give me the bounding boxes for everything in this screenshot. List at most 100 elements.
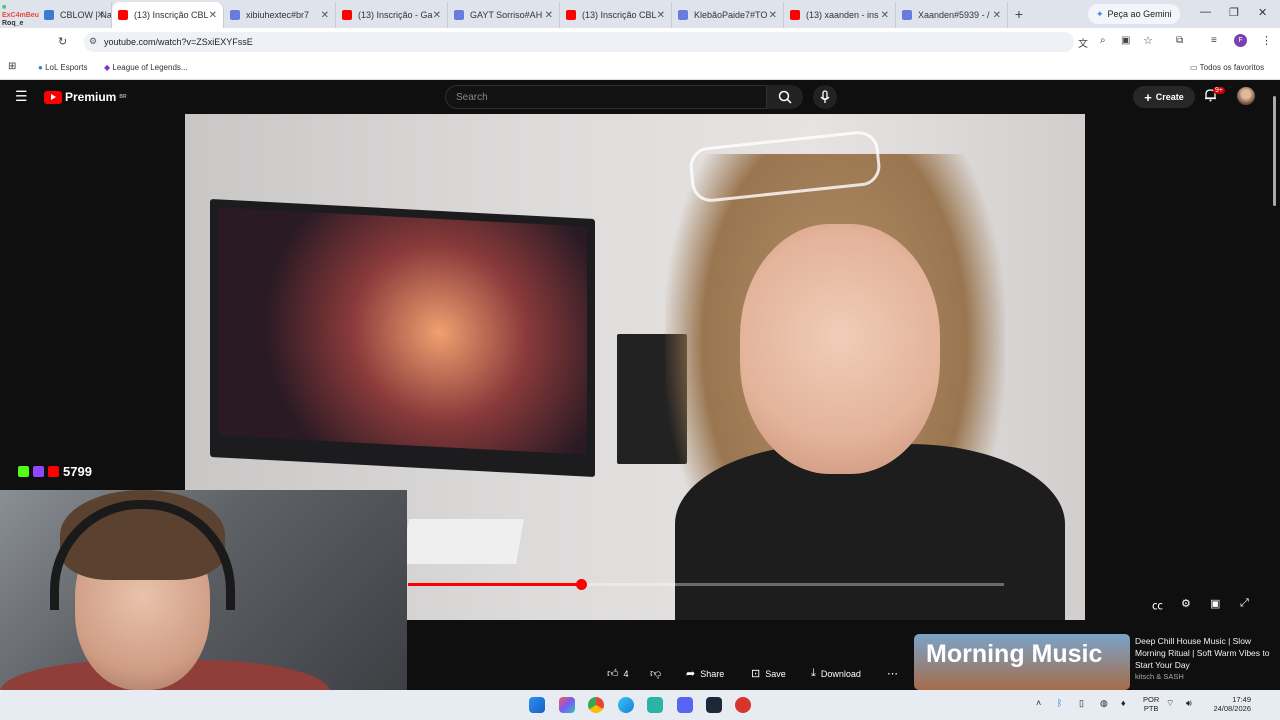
install-icon[interactable]: ▣ — [1121, 35, 1130, 46]
bookmark-lol-esports[interactable]: ● LoL Esports — [38, 63, 87, 72]
browser-tab[interactable]: (13) Inscrição CBL ✕ — [112, 2, 224, 28]
browser-tab[interactable]: (13) Inscrição CBL ✕ — [560, 2, 672, 28]
tab-title: GAYT Sorriso#AH — [470, 10, 543, 20]
tab-title: (13) Inscrição CBL — [134, 10, 209, 20]
tray-chevron-icon[interactable]: ˄ — [1036, 699, 1041, 708]
settings-gear-icon[interactable]: ⚙ — [1181, 597, 1191, 610]
riot-client-icon[interactable] — [735, 697, 751, 713]
search-input[interactable]: Search — [445, 85, 767, 109]
video-progress-bar[interactable] — [408, 579, 1004, 590]
lol-esports-icon: ● — [38, 63, 43, 72]
browser-tab[interactable]: GAYT Sorriso#AH ✕ — [448, 2, 560, 28]
like-button[interactable]: 👍︎ 4 — [607, 667, 629, 680]
page-scrollbar[interactable] — [1273, 96, 1276, 206]
browser-tab[interactable]: (13) Inscrição - Ga ✕ — [336, 2, 448, 28]
save-button[interactable]: ⊡ Save — [751, 667, 786, 680]
browser-tab[interactable]: xibiuhextec#br7 ✕ — [224, 2, 336, 28]
tab-favicon-icon — [790, 10, 800, 20]
dislike-button[interactable]: 👎︎ — [650, 667, 661, 680]
account-avatar[interactable] — [1237, 87, 1255, 105]
more-actions-button[interactable]: ⋯ — [887, 667, 898, 680]
scrubber-handle[interactable] — [575, 579, 587, 590]
folder-icon: ▭ — [1190, 63, 1198, 72]
tab-title: xibiuhextec#br7 — [246, 10, 310, 20]
tab-title: (13) Inscrição - Ga — [358, 10, 433, 20]
miniplayer-icon[interactable]: ▣ — [1210, 597, 1220, 610]
network-icon[interactable]: ◍ — [1100, 699, 1108, 708]
minimize-icon[interactable]: — — [1200, 6, 1211, 18]
tab-favicon-icon — [230, 10, 240, 20]
tab-close-icon[interactable]: ✕ — [321, 10, 329, 21]
download-icon: ⤓ — [811, 667, 816, 679]
steam-icon[interactable] — [706, 697, 722, 713]
bluetooth-icon[interactable]: ᛒ — [1057, 699, 1062, 708]
menu-dots-icon[interactable]: ⋮ — [1261, 34, 1272, 47]
tab-close-icon[interactable]: ✕ — [993, 10, 1001, 21]
tab-favicon-icon — [566, 10, 576, 20]
battery-icon[interactable]: ▯ — [1079, 699, 1084, 708]
zoom-icon[interactable]: ⌕ — [1100, 35, 1106, 46]
viewer-count: 5799 — [63, 464, 92, 479]
translate-icon[interactable]: 文 — [1078, 35, 1088, 50]
tab-close-icon[interactable]: ✕ — [433, 10, 441, 21]
recommendation-thumbnail[interactable]: Morning Music — [914, 634, 1130, 690]
youtube-logo[interactable]: Premium BR — [44, 90, 127, 104]
profile-icon[interactable]: F — [1234, 34, 1247, 47]
thumbs-down-icon: 👎︎ — [650, 668, 662, 680]
tab-close-icon[interactable]: ✕ — [881, 10, 889, 21]
tab-favicon-icon — [902, 10, 912, 20]
tab-close-icon[interactable]: ✕ — [769, 10, 777, 21]
windows-taskbar: ˄ ᛒ ▯ ◍ ♦ POR PTB ⌔ 🔊︎ 17:49 24/08/2026 — [0, 690, 1280, 720]
plus-icon: + — [1144, 89, 1152, 105]
all-bookmarks[interactable]: ▭ Todos os favoritos — [1190, 63, 1264, 72]
region-code: BR — [119, 94, 127, 100]
microphone-icon — [820, 90, 830, 103]
voice-search-button[interactable] — [813, 85, 837, 109]
bookmark-star-icon[interactable]: ☆ — [1143, 34, 1153, 47]
tab-close-icon[interactable]: ✕ — [545, 10, 553, 21]
wifi-icon[interactable]: ⌔ — [1166, 699, 1174, 708]
url-field[interactable]: ⚙ youtube.com/watch?v=ZSxiEXYFssE — [84, 32, 1074, 52]
gemini-label: Peça ao Gemini — [1107, 9, 1172, 19]
start-icon[interactable] — [529, 697, 545, 713]
copilot-icon[interactable] — [559, 697, 575, 713]
media-icon[interactable]: ≡ — [1211, 35, 1217, 46]
maximize-icon[interactable]: ❐ — [1229, 6, 1239, 19]
browser-tab[interactable]: Xaanden#5939 - / ✕ — [896, 2, 1008, 28]
apps-grid-icon[interactable]: ⊞ — [8, 61, 16, 72]
search-button[interactable] — [767, 85, 803, 109]
mic-tray-icon[interactable]: ♦ — [1121, 699, 1126, 708]
recommendation-channel[interactable]: kitsch & SASH — [1135, 672, 1184, 681]
tab-close-icon[interactable]: ✕ — [209, 10, 217, 21]
search-icon — [778, 90, 792, 104]
tab-favicon-icon — [342, 10, 352, 20]
new-tab-button[interactable]: + — [1008, 2, 1030, 28]
chrome-icon[interactable] — [588, 697, 604, 713]
volume-icon[interactable]: 🔊︎ — [1186, 699, 1192, 708]
captions-icon[interactable]: ㏄ — [1152, 597, 1163, 613]
extensions-icon[interactable]: ⧉ — [1176, 35, 1183, 46]
download-button[interactable]: ⤓ Download — [811, 667, 861, 680]
recommendation-title[interactable]: Deep Chill House Music | Slow Morning Ri… — [1135, 635, 1270, 671]
create-button[interactable]: + Create — [1133, 86, 1195, 108]
gemini-button[interactable]: ✦ Peça ao Gemini — [1088, 4, 1180, 24]
browser-tab[interactable]: (13) xaanden - ins ✕ — [784, 2, 896, 28]
language-indicator[interactable]: POR PTB — [1143, 695, 1159, 713]
share-button[interactable]: ➦ Share — [686, 667, 724, 680]
logo-text: Premium — [65, 90, 117, 104]
fullscreen-icon[interactable]: ⤢ — [1240, 597, 1249, 610]
youtube-icon — [48, 466, 59, 477]
discord-icon[interactable] — [677, 697, 693, 713]
hamburger-menu-icon[interactable]: ☰ — [15, 88, 28, 105]
bookmark-league[interactable]: ◆ League of Legends... — [104, 63, 188, 72]
tab-close-icon[interactable]: ✕ — [657, 10, 665, 21]
reload-icon[interactable]: ↻ — [58, 35, 67, 48]
tab-close-icon[interactable]: ✕ — [97, 10, 105, 21]
site-info-icon[interactable]: ⚙ — [89, 36, 97, 47]
more-dots-icon: ⋯ — [887, 668, 898, 680]
app-icon[interactable] — [647, 697, 663, 713]
clock[interactable]: 17:49 24/08/2026 — [1209, 695, 1251, 713]
edge-icon[interactable] — [618, 697, 634, 713]
close-window-icon[interactable]: ✕ — [1258, 6, 1267, 19]
browser-tab[interactable]: KlebãoPaide7#TO ✕ — [672, 2, 784, 28]
